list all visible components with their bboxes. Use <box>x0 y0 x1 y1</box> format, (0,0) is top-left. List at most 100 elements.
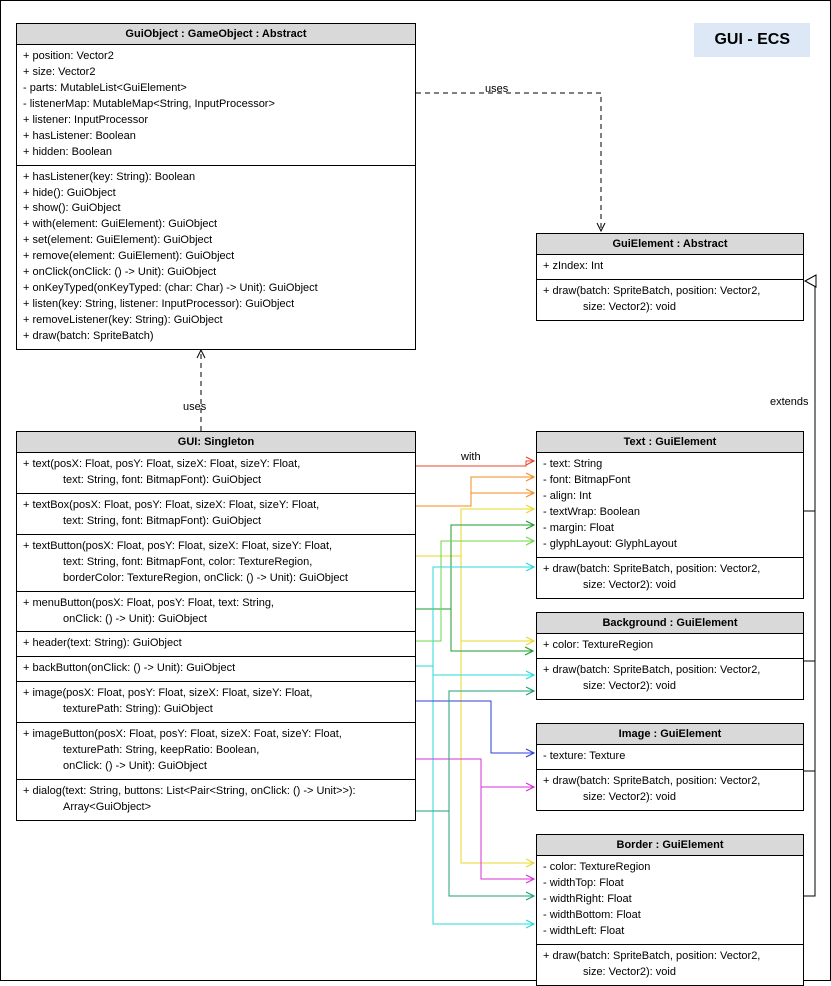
method: + draw(batch: SpriteBatch, position: Vec… <box>543 774 797 790</box>
method: + textBox(posX: Float, posY: Float, size… <box>23 498 409 514</box>
relation-extends: extends <box>770 396 809 408</box>
attr: - widthRight: Float <box>543 892 797 908</box>
method: + draw(batch: SpriteBatch, position: Vec… <box>543 663 797 679</box>
method: Array<GuiObject> <box>23 800 409 816</box>
attr: + hidden: Boolean <box>23 145 409 161</box>
attr: - font: BitmapFont <box>543 473 797 489</box>
attr: + listener: InputProcessor <box>23 113 409 129</box>
attr: - widthBottom: Float <box>543 908 797 924</box>
method: + draw(batch: SpriteBatch, position: Vec… <box>543 949 797 965</box>
method: text: String, font: BitmapFont): GuiObje… <box>23 473 409 489</box>
method-imagebutton: + imageButton(posX: Float, posY: Float, … <box>17 723 415 780</box>
methods-section: + draw(batch: SpriteBatch, position: Vec… <box>537 280 803 320</box>
relation-uses: uses <box>485 83 508 95</box>
class-header: Text : GuiElement <box>537 432 803 453</box>
class-guiobject: GuiObject : GameObject : Abstract + posi… <box>16 23 416 350</box>
method-menubutton: + menuButton(posX: Float, posY: Float, t… <box>17 592 415 633</box>
attr: + color: TextureRegion <box>543 638 797 654</box>
class-header: Image : GuiElement <box>537 724 803 745</box>
method: size: Vector2): void <box>543 578 797 594</box>
method: + image(posX: Float, posY: Float, sizeX:… <box>23 686 409 702</box>
method: size: Vector2): void <box>543 790 797 806</box>
method-dialog: + dialog(text: String, buttons: List<Pai… <box>17 780 415 820</box>
attributes-section: - color: TextureRegion - widthTop: Float… <box>537 856 803 945</box>
attr: + size: Vector2 <box>23 65 409 81</box>
method: + onKeyTyped(onKeyTyped: (char: Char) ->… <box>23 281 409 297</box>
method-textbox: + textBox(posX: Float, posY: Float, size… <box>17 494 415 535</box>
method: text: String, font: BitmapFont): GuiObje… <box>23 514 409 530</box>
method-backbutton: + backButton(onClick: () -> Unit): GuiOb… <box>17 657 415 682</box>
method: + hasListener(key: String): Boolean <box>23 170 409 186</box>
attributes-section: + color: TextureRegion <box>537 634 803 659</box>
attr: - text: String <box>543 457 797 473</box>
method: + menuButton(posX: Float, posY: Float, t… <box>23 596 409 612</box>
attributes-section: - text: String - font: BitmapFont - alig… <box>537 453 803 558</box>
method-image: + image(posX: Float, posY: Float, sizeX:… <box>17 682 415 723</box>
method: + draw(batch: SpriteBatch, position: Vec… <box>543 284 797 300</box>
method: + set(element: GuiElement): GuiObject <box>23 233 409 249</box>
relation-with: with <box>461 451 481 463</box>
class-image: Image : GuiElement - texture: Texture + … <box>536 723 804 811</box>
attr: - parts: MutableList<GuiElement> <box>23 81 409 97</box>
method: + text(posX: Float, posY: Float, sizeX: … <box>23 457 409 473</box>
method: + imageButton(posX: Float, posY: Float, … <box>23 727 409 743</box>
attr: - widthLeft: Float <box>543 924 797 940</box>
methods-section: + draw(batch: SpriteBatch, position: Vec… <box>537 770 803 810</box>
attributes-section: - texture: Texture <box>537 745 803 770</box>
method: + backButton(onClick: () -> Unit): GuiOb… <box>23 661 409 677</box>
methods-section: + draw(batch: SpriteBatch, position: Vec… <box>537 945 803 985</box>
method: onClick: () -> Unit): GuiObject <box>23 612 409 628</box>
class-header: GuiElement : Abstract <box>537 234 803 255</box>
relation-uses: uses <box>183 401 206 413</box>
attributes-section: + zIndex: Int <box>537 255 803 280</box>
attr: - glyphLayout: GlyphLayout <box>543 537 797 553</box>
class-text: Text : GuiElement - text: String - font:… <box>536 431 804 599</box>
method: size: Vector2): void <box>543 300 797 316</box>
method-textbutton: + textButton(posX: Float, posY: Float, s… <box>17 535 415 592</box>
attr: + hasListener: Boolean <box>23 129 409 145</box>
method: + removeListener(key: String): GuiObject <box>23 313 409 329</box>
attr: - textWrap: Boolean <box>543 505 797 521</box>
method-text: + text(posX: Float, posY: Float, sizeX: … <box>17 453 415 494</box>
methods-section: + hasListener(key: String): Boolean + hi… <box>17 166 415 349</box>
attr: - texture: Texture <box>543 749 797 765</box>
method: onClick: () -> Unit): GuiObject <box>23 759 409 775</box>
method: + onClick(onClick: () -> Unit): GuiObjec… <box>23 265 409 281</box>
class-header: Background : GuiElement <box>537 613 803 634</box>
class-background: Background : GuiElement + color: Texture… <box>536 612 804 700</box>
attr: - widthTop: Float <box>543 876 797 892</box>
class-border: Border : GuiElement - color: TextureRegi… <box>536 834 804 986</box>
method: size: Vector2): void <box>543 679 797 695</box>
method: texturePath: String, keepRatio: Boolean, <box>23 743 409 759</box>
attr: - align: Int <box>543 489 797 505</box>
attr: + position: Vector2 <box>23 49 409 65</box>
method: + remove(element: GuiElement): GuiObject <box>23 249 409 265</box>
methods-section: + draw(batch: SpriteBatch, position: Vec… <box>537 558 803 598</box>
attr: + zIndex: Int <box>543 259 797 275</box>
method: + with(element: GuiElement): GuiObject <box>23 217 409 233</box>
method-header: + header(text: String): GuiObject <box>17 632 415 657</box>
class-gui-singleton: GUI: Singleton + text(posX: Float, posY:… <box>16 431 416 821</box>
diagram-title: GUI - ECS <box>694 23 810 57</box>
method: texturePath: String): GuiObject <box>23 702 409 718</box>
method: + textButton(posX: Float, posY: Float, s… <box>23 539 409 555</box>
class-header: Border : GuiElement <box>537 835 803 856</box>
method: borderColor: TextureRegion, onClick: () … <box>23 571 409 587</box>
method: + draw(batch: SpriteBatch, position: Vec… <box>543 562 797 578</box>
method: size: Vector2): void <box>543 965 797 981</box>
method: text: String, font: BitmapFont, color: T… <box>23 555 409 571</box>
method: + listen(key: String, listener: InputPro… <box>23 297 409 313</box>
method: + dialog(text: String, buttons: List<Pai… <box>23 784 409 800</box>
methods-section: + draw(batch: SpriteBatch, position: Vec… <box>537 659 803 699</box>
method: + header(text: String): GuiObject <box>23 636 409 652</box>
attr: - margin: Float <box>543 521 797 537</box>
class-header: GUI: Singleton <box>17 432 415 453</box>
attr: - listenerMap: MutableMap<String, InputP… <box>23 97 409 113</box>
method: + hide(): GuiObject <box>23 186 409 202</box>
attr: - color: TextureRegion <box>543 860 797 876</box>
class-guielement: GuiElement : Abstract + zIndex: Int + dr… <box>536 233 804 321</box>
method: + show(): GuiObject <box>23 201 409 217</box>
method: + draw(batch: SpriteBatch) <box>23 329 409 345</box>
class-header: GuiObject : GameObject : Abstract <box>17 24 415 45</box>
attributes-section: + position: Vector2 + size: Vector2 - pa… <box>17 45 415 166</box>
